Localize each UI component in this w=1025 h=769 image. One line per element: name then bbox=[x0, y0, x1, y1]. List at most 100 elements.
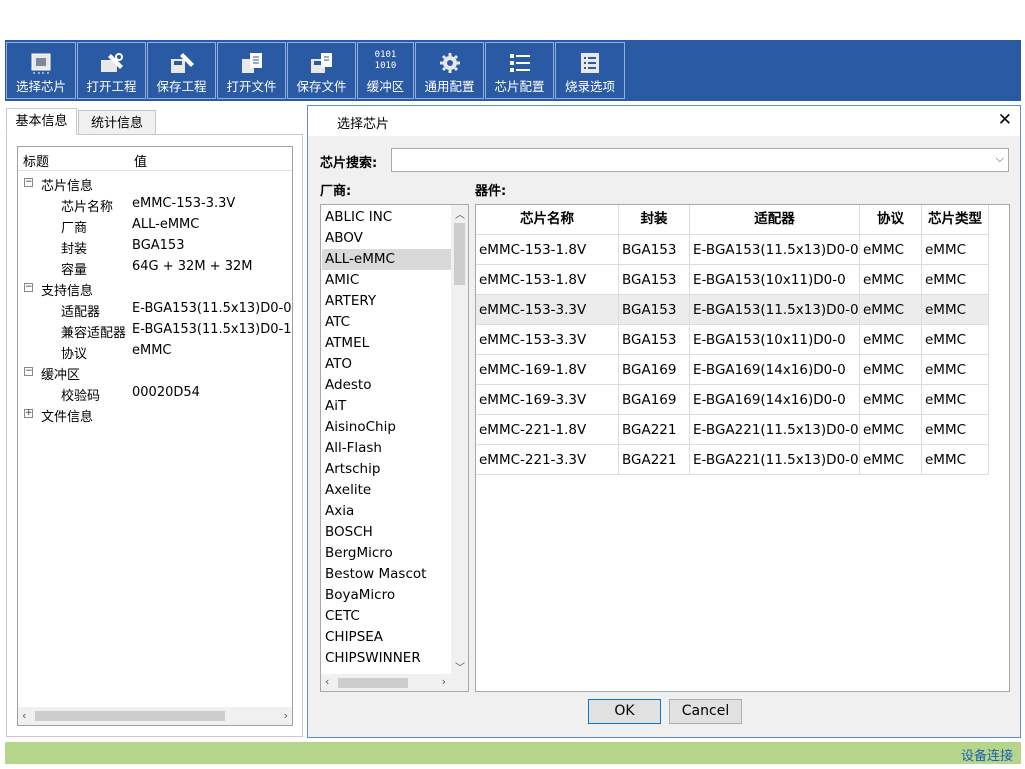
vendor-vertical-scrollbar[interactable]: ︿ ﹀ bbox=[451, 205, 468, 675]
status-bar: 设备连接 bbox=[5, 742, 1021, 764]
table-cell: eMMC-153-3.3V bbox=[476, 295, 619, 325]
general-config-button[interactable]: 通用配置 bbox=[415, 42, 484, 99]
table-cell: eMMC-221-3.3V bbox=[476, 445, 619, 475]
vendor-item[interactable]: Axia bbox=[322, 501, 452, 522]
vendor-item[interactable]: AMIC bbox=[322, 270, 452, 291]
vendor-item[interactable]: ALL-eMMC bbox=[322, 249, 452, 270]
vendor-item[interactable]: BoyaMicro bbox=[322, 585, 452, 606]
vendor-item[interactable]: ATO bbox=[322, 354, 452, 375]
table-cell: BGA153 bbox=[619, 265, 690, 295]
close-icon[interactable]: ✕ bbox=[998, 110, 1012, 130]
tree-value: BGA153 bbox=[132, 238, 185, 253]
table-cell: eMMC bbox=[860, 325, 922, 355]
tree-item[interactable]: 校验码 00020D54 bbox=[18, 384, 292, 405]
scroll-thumb[interactable] bbox=[338, 678, 408, 688]
select-chip-button[interactable]: 选择芯片 bbox=[6, 42, 76, 99]
vendor-item[interactable]: Bestow Mascot bbox=[322, 564, 452, 585]
vendor-list[interactable]: ABLIC INC ABOV ALL-eMMC AMIC ARTERY ATC ATMEL A… bbox=[320, 204, 469, 692]
tree-group[interactable]: − 支持信息 bbox=[18, 279, 292, 300]
tree-group[interactable]: − 缓冲区 bbox=[18, 363, 292, 384]
device-connection-status[interactable]: 设备连接 bbox=[961, 745, 1013, 764]
table-cell: eMMC bbox=[860, 385, 922, 415]
tree-item[interactable]: 适配器 E-BGA153(11.5x13)D0-0 bbox=[18, 300, 292, 321]
column-header[interactable]: 芯片名称 bbox=[476, 205, 619, 235]
vendor-item[interactable]: CETC bbox=[322, 606, 452, 627]
vendor-item[interactable]: AisinoChip bbox=[322, 417, 452, 438]
scroll-left-icon[interactable]: ‹ bbox=[325, 675, 329, 688]
vendor-item[interactable]: Axelite bbox=[322, 480, 452, 501]
scroll-down-icon[interactable]: ﹀ bbox=[455, 659, 465, 674]
tree-item[interactable]: 协议 eMMC bbox=[18, 342, 292, 363]
tree-key: 厂商 bbox=[61, 221, 88, 236]
scroll-right-icon[interactable]: › bbox=[442, 675, 446, 688]
cancel-button[interactable]: Cancel bbox=[669, 699, 742, 724]
tree-value: 00020D54 bbox=[132, 385, 200, 400]
table-cell: E-BGA153(10x11)D0-0 bbox=[690, 265, 860, 295]
vendor-item[interactable]: ARTERY bbox=[322, 291, 452, 312]
tree-item[interactable]: 封装 BGA153 bbox=[18, 237, 292, 258]
tree-group[interactable]: + 文件信息 bbox=[18, 405, 292, 426]
vendor-item[interactable]: All-Flash bbox=[322, 438, 452, 459]
column-header[interactable]: 封装 bbox=[619, 205, 690, 235]
vendor-item[interactable]: BergMicro bbox=[322, 543, 452, 564]
tree-value: eMMC bbox=[132, 343, 172, 358]
tree-item[interactable]: 芯片名称 eMMC-153-3.3V bbox=[18, 195, 292, 216]
chip-config-button[interactable]: 芯片配置 bbox=[485, 42, 554, 99]
open-file-button[interactable]: 打开文件 bbox=[217, 42, 286, 99]
column-header[interactable]: 适配器 bbox=[690, 205, 860, 235]
open-project-label: 打开工程 bbox=[86, 79, 137, 94]
scroll-thumb[interactable] bbox=[35, 711, 225, 721]
chip-search-input[interactable]: ⌵ bbox=[391, 148, 1009, 172]
vendor-item[interactable]: Adesto bbox=[322, 375, 452, 396]
ok-button[interactable]: OK bbox=[588, 699, 661, 724]
tree-key: 芯片信息 bbox=[41, 179, 94, 194]
vendor-item[interactable]: CHIPSEA bbox=[322, 627, 452, 648]
chevron-down-icon[interactable]: ⌵ bbox=[996, 152, 1004, 166]
scroll-left-icon[interactable]: ‹ bbox=[22, 709, 26, 722]
tab-statistics[interactable]: 统计信息 bbox=[78, 110, 156, 135]
buffer-label: 缓冲区 bbox=[366, 79, 405, 94]
tree-horizontal-scrollbar[interactable]: ‹ › bbox=[18, 707, 292, 725]
table-cell: BGA221 bbox=[619, 415, 690, 445]
vendor-item[interactable]: ATMEL bbox=[322, 333, 452, 354]
table-cell: BGA221 bbox=[619, 445, 690, 475]
vendor-item[interactable]: Artschip bbox=[322, 459, 452, 480]
table-cell: eMMC bbox=[860, 295, 922, 325]
vendor-item[interactable]: CHIPSWINNER bbox=[322, 648, 452, 669]
basic-info-pane: 标题 值 − 芯片信息 芯片名称 eMMC-153-3.3V 厂商 ALL-eMMC 封装 B… bbox=[6, 134, 303, 737]
vendor-item[interactable]: AiT bbox=[322, 396, 452, 417]
table-cell: BGA153 bbox=[619, 235, 690, 265]
vendor-item[interactable]: ATC bbox=[322, 312, 452, 333]
scroll-up-icon[interactable]: ︿ bbox=[455, 206, 465, 221]
tree-header: 标题 值 bbox=[18, 147, 292, 171]
open-file-icon bbox=[241, 53, 262, 73]
column-header[interactable]: 芯片类型 bbox=[922, 205, 989, 235]
expand-icon[interactable]: + bbox=[24, 409, 33, 418]
collapse-icon[interactable]: − bbox=[24, 283, 33, 292]
column-header[interactable]: 协议 bbox=[860, 205, 922, 235]
tree-item[interactable]: 厂商 ALL-eMMC bbox=[18, 216, 292, 237]
table-cell: eMMC-169-3.3V bbox=[476, 385, 619, 415]
vendor-horizontal-scrollbar[interactable]: ‹ › bbox=[321, 674, 468, 691]
save-file-button[interactable]: 保存文件 bbox=[287, 42, 356, 99]
collapse-icon[interactable]: − bbox=[24, 178, 33, 187]
tree-item[interactable]: 兼容适配器 E-BGA153(11.5x13)D0-1 bbox=[18, 321, 292, 342]
scroll-right-icon[interactable]: › bbox=[284, 709, 288, 722]
vendor-item[interactable]: BOSCH bbox=[322, 522, 452, 543]
collapse-icon[interactable]: − bbox=[24, 367, 33, 376]
tree-item[interactable]: 容量 64G + 32M + 32M bbox=[18, 258, 292, 279]
vendor-item[interactable]: ABLIC INC bbox=[322, 207, 452, 228]
burn-options-button[interactable]: 烧录选项 bbox=[555, 42, 625, 99]
tree-group[interactable]: − 芯片信息 bbox=[18, 174, 292, 195]
scroll-thumb[interactable] bbox=[454, 223, 465, 285]
table-cell: eMMC bbox=[922, 385, 989, 415]
table-cell: BGA153 bbox=[619, 295, 690, 325]
device-table: 芯片名称 封装 适配器 协议 芯片类型 eMMC-153-1.8V BGA153 E-BGA1… bbox=[475, 204, 1010, 692]
buffer-button[interactable]: 0101 1010 缓冲区 bbox=[357, 42, 414, 99]
open-project-button[interactable]: 打开工程 bbox=[77, 42, 146, 99]
tab-basic-info[interactable]: 基本信息 bbox=[6, 108, 77, 135]
save-project-button[interactable]: 保存工程 bbox=[147, 42, 216, 99]
vendor-item[interactable]: ABOV bbox=[322, 228, 452, 249]
save-file-label: 保存文件 bbox=[296, 79, 347, 94]
vendor-label: 厂商: bbox=[320, 184, 352, 199]
